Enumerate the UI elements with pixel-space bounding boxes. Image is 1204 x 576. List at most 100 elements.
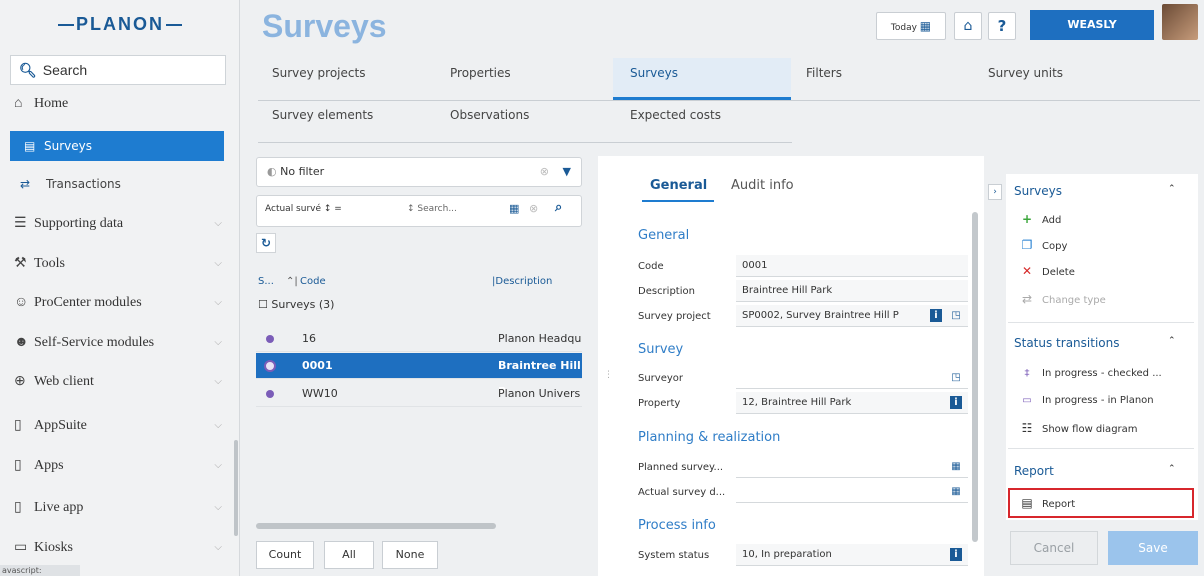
column-header-description[interactable]: |Description [492,272,552,292]
sidebar-item-self-service[interactable]: ☻ Self-Service modules ⌵ [0,325,236,361]
calendar-icon[interactable]: ▦ [950,485,962,498]
save-button[interactable]: Save [1108,531,1198,565]
sidebar-item-supporting-data[interactable]: ☰ Supporting data ⌵ [0,206,236,242]
tablet-icon: ▯ [14,418,22,433]
sidebar-item-kiosks[interactable]: ▭ Kiosks ⌵ [0,530,236,566]
checkbox-icon[interactable]: ☐ [258,298,268,311]
tab-surveys[interactable]: Surveys [620,58,678,88]
sidebar-item-surveys[interactable]: ▤ Surveys [10,131,224,161]
show-flow-diagram-action[interactable]: ☷ Show flow diagram [1018,421,1138,435]
horizontal-scrollbar[interactable] [256,523,496,529]
sidebar-item-apps[interactable]: ▯ Apps ⌵ [0,448,236,484]
notifications-button[interactable]: ⌂ [954,12,982,40]
actual-survey-date-field[interactable]: ▦ [736,481,968,503]
open-reference-icon[interactable]: ◳ [950,309,962,322]
search-field-select[interactable]: Actual survé ↕ = [265,204,342,214]
search-input[interactable]: ↕ Search... [407,204,457,214]
status-dot-icon [266,390,274,398]
report-action[interactable]: ▤ Report [1018,496,1075,510]
surveyor-field[interactable]: ◳ [736,367,968,389]
chevron-right-icon: › [993,187,997,197]
group-row[interactable]: ☐ Surveys (3) [258,298,334,311]
sidebar-scrollbar[interactable] [234,440,238,536]
search-icon[interactable]: ⌕ [555,200,562,215]
help-button[interactable]: ? [988,12,1016,40]
panel-splitter[interactable]: ⋮ [604,370,613,392]
detail-scrollbar[interactable] [972,212,978,542]
survey-project-field[interactable]: SP0002, Survey Braintree Hill P i ◳ [736,305,968,327]
info-icon[interactable]: i [930,309,942,322]
change-type-icon: ⇄ [1021,292,1033,306]
planon-logo[interactable]: PLANON [0,6,240,42]
count-button[interactable]: Count [256,541,314,569]
description-field[interactable]: Braintree Hill Park [736,280,968,302]
flow-diagram-icon: ☷ [1021,421,1033,435]
survey-icon: ▤ [24,139,36,153]
section-title-general: General [638,228,690,243]
open-reference-icon[interactable]: ◳ [950,371,962,384]
action-section-status-transitions[interactable]: Status transitions ⌃ [1014,336,1176,350]
sidebar-item-tools[interactable]: ⚒ Tools ⌵ [0,246,236,282]
sidebar-item-procenter[interactable]: ☺ ProCenter modules ⌵ [0,285,236,321]
none-button[interactable]: None [382,541,438,569]
sidebar-item-live-app[interactable]: ▯ Live app ⌵ [0,490,236,526]
all-button[interactable]: All [324,541,374,569]
wrench-icon: ⚒ [14,256,27,271]
table-row-selected[interactable]: 0001 Braintree Hill P [256,353,582,398]
table-row[interactable]: WW10 Planon Univers [256,381,582,407]
section-title-process-info: Process info [638,518,716,533]
code-field[interactable]: 0001 [736,255,968,277]
refresh-button[interactable]: ↻ [256,233,276,253]
filter-icon[interactable]: ▼ [563,158,571,186]
tab-observations[interactable]: Observations [440,100,529,130]
info-icon[interactable]: i [950,396,962,409]
column-header-code[interactable]: Code [300,272,326,292]
chevron-down-icon: ⌵ [214,542,222,553]
copy-action[interactable]: ❐ Copy [1018,238,1068,252]
info-icon[interactable]: i [950,548,962,561]
sidebar-item-transactions[interactable]: ⇄ Transactions [20,170,121,198]
tab-filters[interactable]: Filters [796,58,842,88]
tab-expected-costs[interactable]: Expected costs [620,100,721,130]
status-in-progress-in-planon[interactable]: ▭ In progress - in Planon [1018,395,1153,406]
sidebar-item-web-client[interactable]: ⊕ Web client ⌵ [0,364,236,400]
clear-icon[interactable]: ⊗ [529,202,538,215]
sidebar-search[interactable]: 🔍︎ Search [10,55,226,85]
add-action[interactable]: + Add [1018,212,1061,226]
status-bar: avascript: [0,565,80,576]
table-row[interactable]: 16 Planon Headqu [256,326,582,352]
status-dot-icon [264,360,276,372]
clear-icon[interactable]: ⊗ [540,158,549,186]
delete-action[interactable]: ✕ Delete [1018,264,1075,278]
tab-properties[interactable]: Properties [440,58,511,88]
planned-survey-date-field[interactable]: ▦ [736,456,968,478]
sort-up-icon[interactable]: ⌃| [286,272,298,292]
tab-survey-projects[interactable]: Survey projects [262,58,365,88]
sidebar-item-home[interactable]: ⌂ Home [0,86,236,122]
tab-survey-elements[interactable]: Survey elements [262,100,373,130]
cancel-button[interactable]: Cancel [1010,531,1098,565]
system-status-field[interactable]: 10, In preparation i [736,544,968,566]
action-section-report[interactable]: Report ⌃ [1014,464,1176,478]
filter-selector[interactable]: ◐ No filter ⊗ ▼ [256,157,582,187]
chevron-up-icon: ⌃ [1168,184,1176,194]
today-button[interactable]: Today ▦ [876,12,946,40]
home-icon: ⌂ [14,96,23,111]
status-transition-icon: ‡ [1024,368,1030,379]
avatar[interactable] [1162,4,1198,40]
status-in-progress-checked[interactable]: ‡ In progress - checked ... [1018,368,1162,379]
calendar-icon[interactable]: ▦ [509,202,519,215]
change-type-action[interactable]: ⇄ Change type [1018,292,1106,306]
sidebar-item-appsuite[interactable]: ▯ AppSuite ⌵ [0,408,236,444]
calendar-icon[interactable]: ▦ [950,460,962,473]
tab-audit-info[interactable]: Audit info [731,178,794,204]
field-label-code: Code [638,261,734,272]
action-section-surveys[interactable]: Surveys ⌃ [1014,184,1176,198]
tab-survey-units[interactable]: Survey units [978,58,1063,88]
chevron-up-icon: ⌃ [1168,464,1176,474]
column-header-status[interactable]: S... [258,272,274,292]
collapse-panel-button[interactable]: › [988,184,1002,200]
user-menu-button[interactable]: WEASLY [1030,10,1154,40]
calendar-icon: ▦ [919,19,932,33]
property-field[interactable]: 12, Braintree Hill Park i [736,392,968,414]
